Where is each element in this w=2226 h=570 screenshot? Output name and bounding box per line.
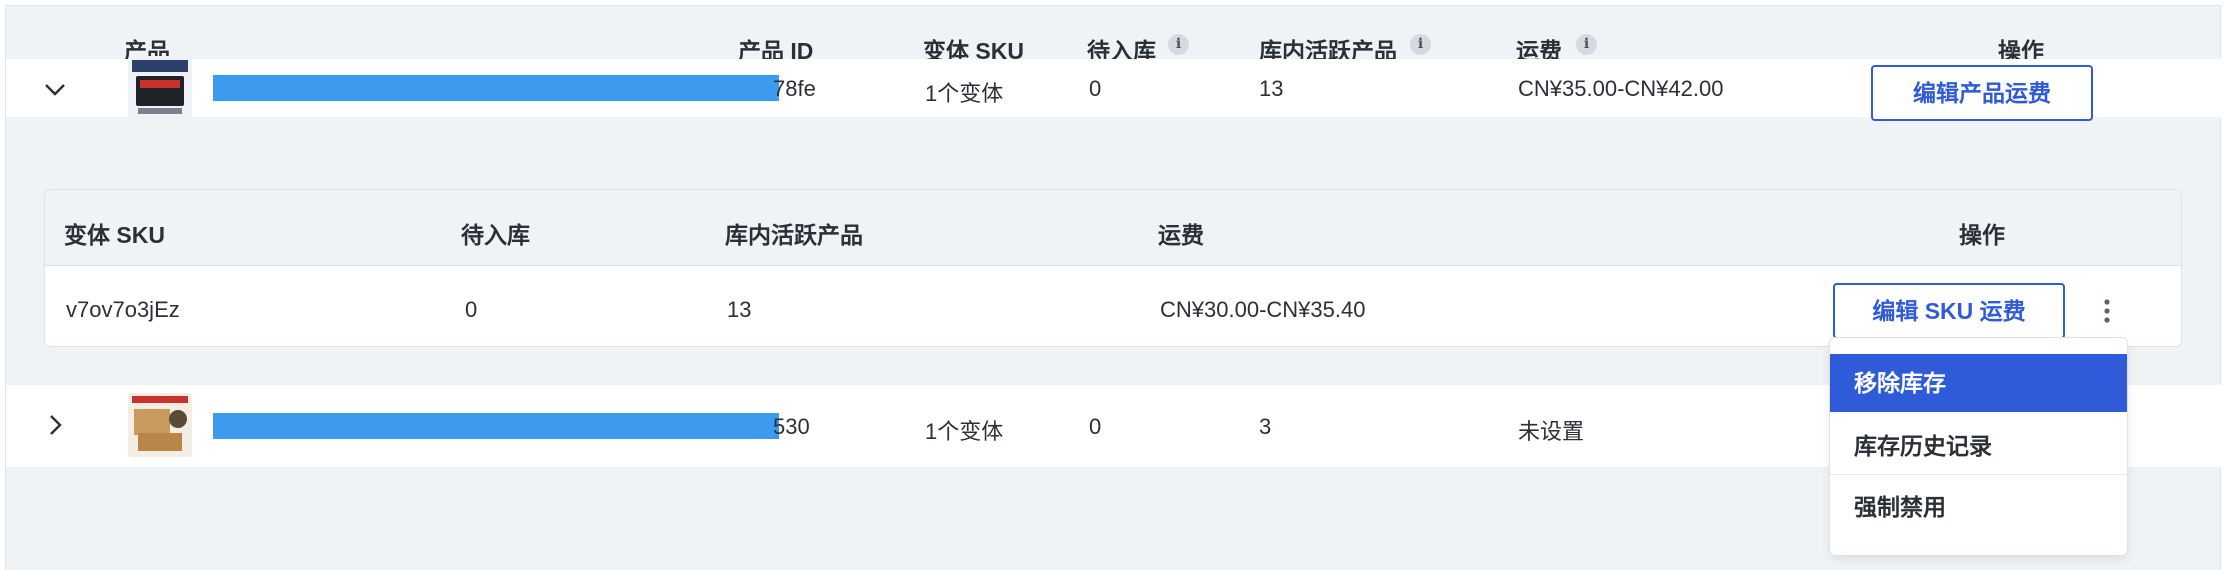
variant-table: 变体 SKU 待入库 库内活跃产品 运费 操作 v7ov7o3jEz 0 13 … [44, 189, 2182, 347]
chevron-right-icon[interactable] [44, 414, 66, 436]
table-row: 78fe 1个变体 0 13 CN¥35.00-CN¥42.00 编辑产品运费 [6, 56, 2222, 121]
info-icon[interactable]: i [1410, 34, 1431, 55]
pending-count: 0 [1089, 414, 1102, 439]
pending-count: 0 [1089, 76, 1102, 101]
active-count: 13 [1259, 76, 1284, 101]
header-shipping: 运费 [1158, 222, 1204, 248]
edit-sku-shipping-button[interactable]: 编辑 SKU 运费 [1833, 283, 2065, 339]
variant-sku: v7ov7o3jEz [66, 297, 180, 322]
variant-pending: 0 [465, 297, 478, 322]
info-icon[interactable]: i [1576, 34, 1597, 55]
header-pending: 待入库 [461, 222, 530, 248]
shipping-range: 未设置 [1518, 419, 1585, 444]
header-actions: 操作 [1959, 222, 2005, 248]
active-count: 3 [1259, 414, 1272, 439]
variant-count: 1个变体 [925, 81, 1004, 106]
product-thumbnail [128, 56, 192, 120]
edit-product-shipping-button[interactable]: 编辑产品运费 [1871, 65, 2093, 121]
product-thumbnail [128, 393, 192, 457]
redacted-title [213, 413, 779, 439]
redacted-title [213, 75, 779, 101]
product-table: 产品 产品 ID 变体 SKU 待入库 i 库内活跃产品 i 运费 i 操作 7… [5, 5, 2222, 570]
product-id: 530 [773, 414, 810, 439]
info-icon[interactable]: i [1168, 34, 1189, 55]
chevron-down-icon[interactable] [44, 78, 66, 100]
more-actions-menu: 移除库存 库存历史记录 强制禁用 [1829, 337, 2128, 556]
variant-table-header [45, 190, 2181, 266]
variant-shipping: CN¥30.00-CN¥35.40 [1160, 297, 1366, 322]
header-variant-sku: 变体 SKU [64, 222, 165, 248]
product-id: 78fe [773, 76, 816, 101]
variant-active: 13 [727, 297, 752, 322]
menu-item-remove-inventory[interactable]: 移除库存 [1830, 354, 2127, 412]
header-active-products: 库内活跃产品 [725, 222, 863, 248]
variant-count: 1个变体 [925, 419, 1004, 444]
more-vertical-icon[interactable] [2103, 298, 2111, 324]
menu-item-inventory-history[interactable]: 库存历史记录 [1830, 417, 2127, 475]
menu-item-force-disable[interactable]: 强制禁用 [1830, 478, 2127, 536]
shipping-range: CN¥35.00-CN¥42.00 [1518, 76, 1724, 101]
